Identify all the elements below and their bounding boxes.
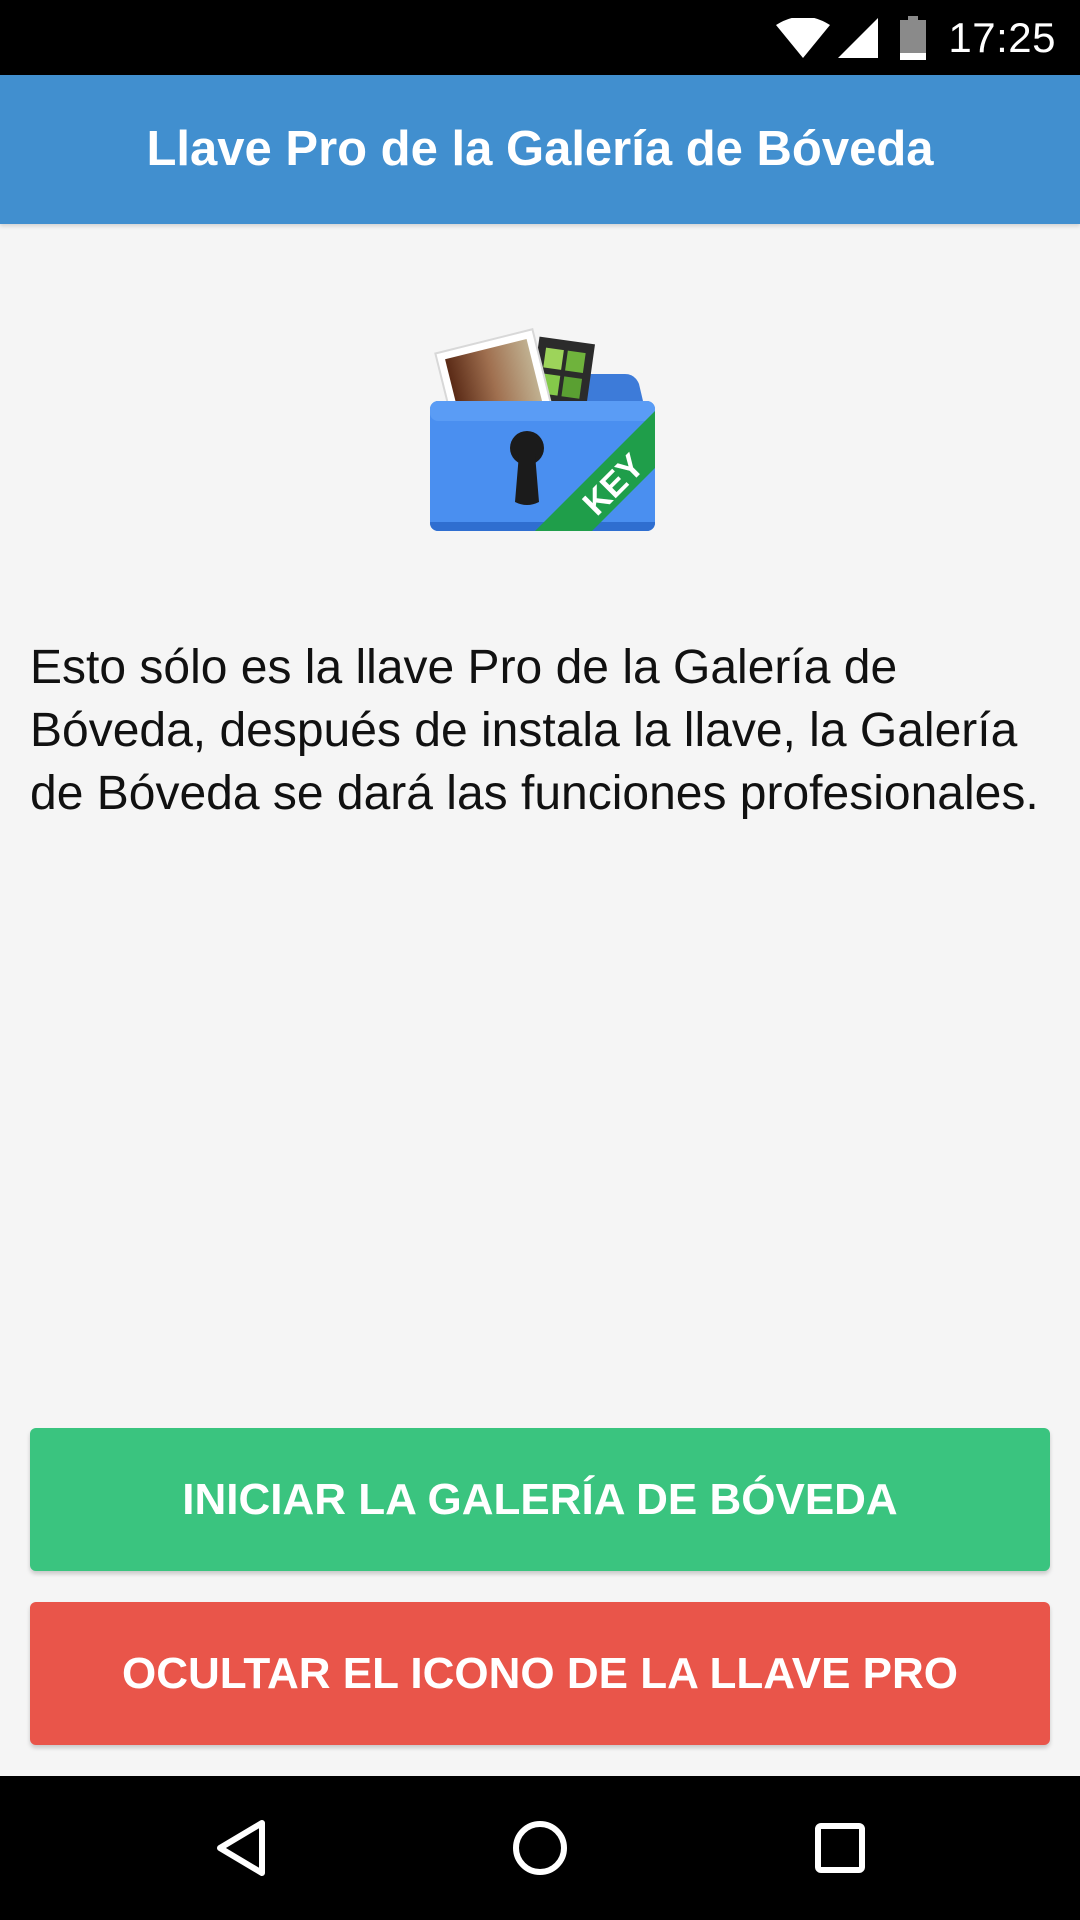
status-bar: 17:25 — [0, 0, 1080, 75]
wifi-icon — [776, 17, 831, 58]
recents-button[interactable] — [760, 1776, 920, 1920]
description-text: Esto sólo es la llave Pro de la Galería … — [30, 641, 1039, 820]
app-title: Llave Pro de la Galería de Bóveda — [146, 122, 934, 176]
hide-pro-key-icon-button[interactable]: OCULTAR EL ICONO DE LA LLAVE PRO — [30, 1602, 1050, 1745]
home-icon — [513, 1821, 567, 1875]
screen: 17:25 Llave Pro de la Galería de Bóveda — [0, 0, 1080, 1920]
recents-icon — [815, 1823, 865, 1873]
home-button[interactable] — [460, 1776, 620, 1920]
vault-folder-key-icon: KEY — [430, 328, 655, 531]
battery-icon — [900, 15, 927, 60]
cell-signal-icon — [838, 17, 879, 58]
back-button[interactable] — [160, 1776, 320, 1920]
start-vault-gallery-button[interactable]: INICIAR LA GALERÍA DE BÓVEDA — [30, 1428, 1050, 1571]
app-bar: Llave Pro de la Galería de Bóveda — [0, 75, 1080, 224]
status-clock: 17:25 — [948, 14, 1056, 61]
status-icons: 17:25 — [776, 0, 1056, 75]
back-icon — [217, 1820, 265, 1876]
navigation-bar — [0, 1776, 1080, 1920]
